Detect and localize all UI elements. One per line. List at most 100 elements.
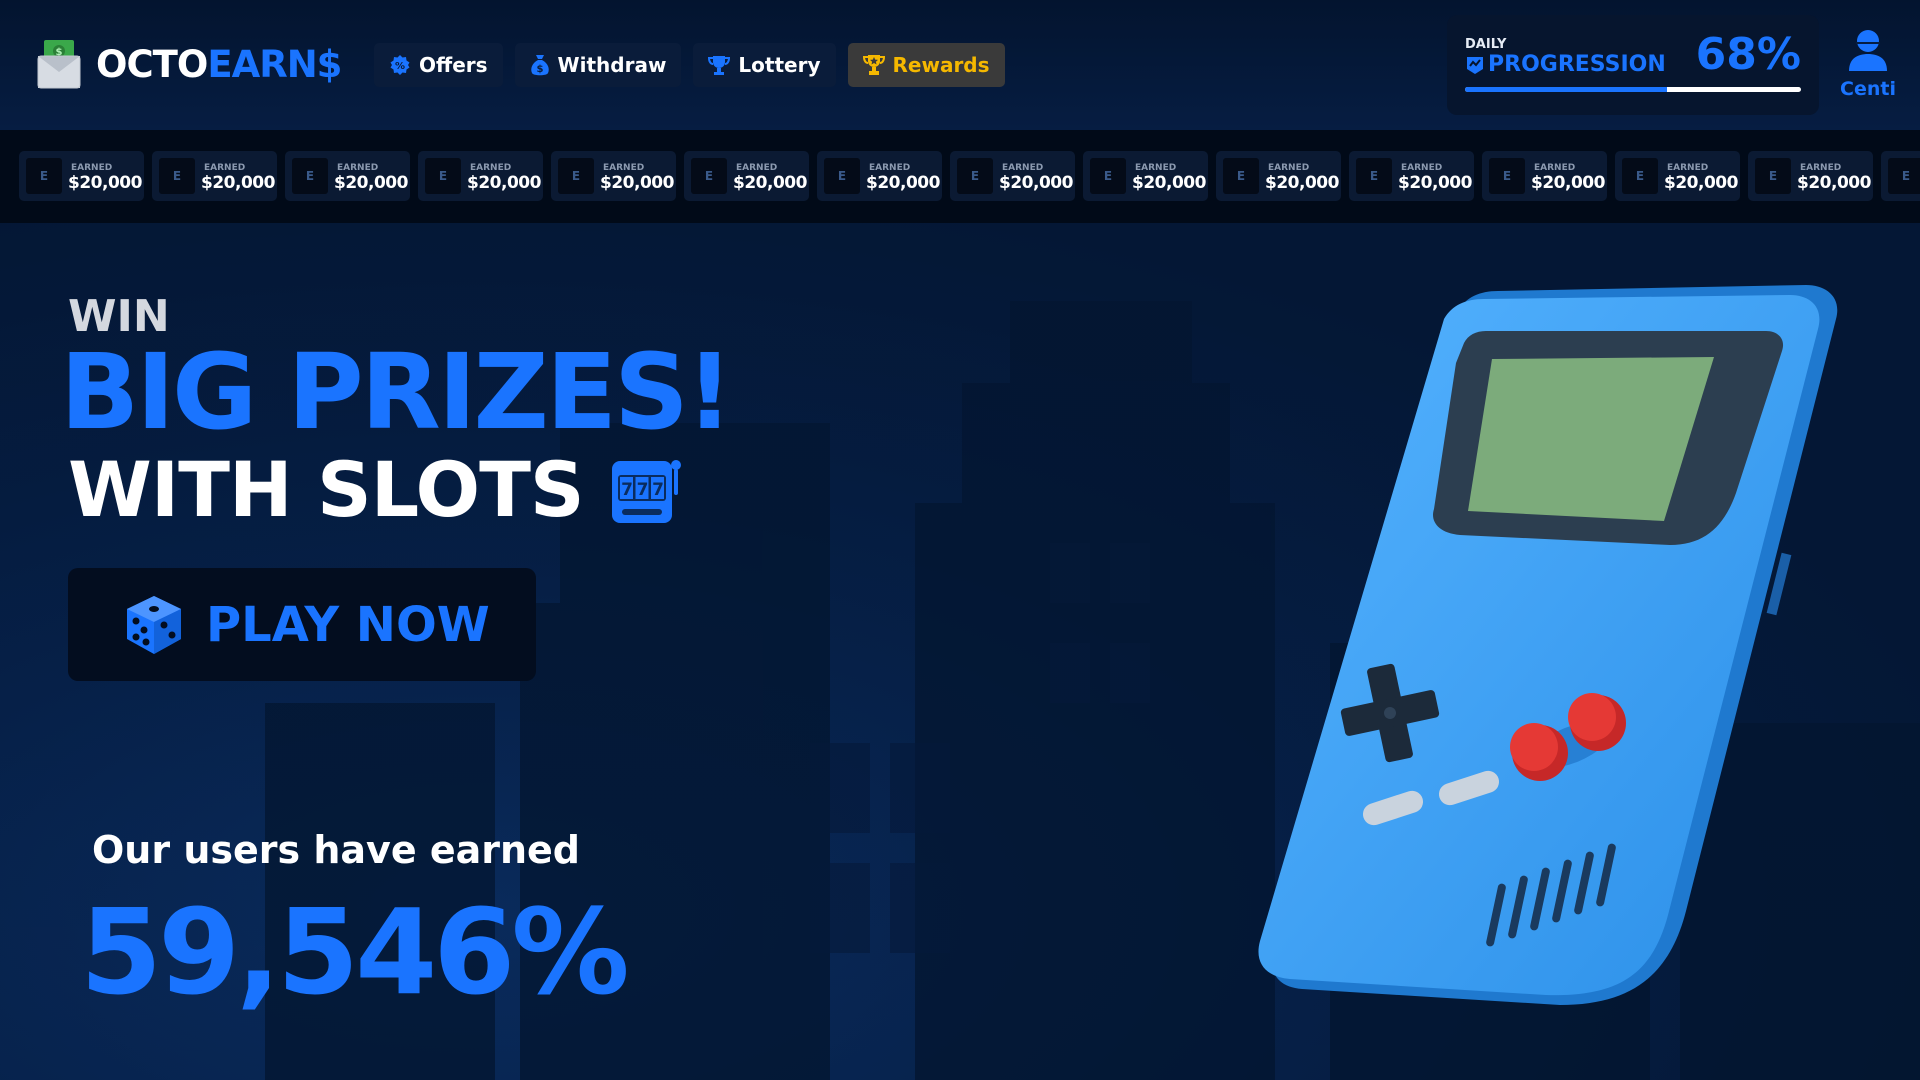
ticker-amount: $20,000	[1531, 173, 1605, 193]
ticker-earned-label: EARNED	[869, 163, 911, 173]
slot-machine-icon: 7 7 7	[611, 459, 681, 523]
nav-withdraw[interactable]: $ Withdraw	[514, 43, 682, 87]
ticker-amount: $20,000	[467, 173, 541, 193]
ticker-item: E EARNED$20,000	[551, 151, 676, 201]
main-nav: % Offers $ Withdraw Lottery Rewards	[374, 43, 1005, 87]
nav-withdraw-label: Withdraw	[557, 53, 667, 77]
ticker-item: E EARNED$20,000	[950, 151, 1075, 201]
svg-text:7: 7	[621, 480, 632, 500]
hero-subheadline: WITH SLOTS	[68, 445, 585, 534]
ticker-earned-label: EARNED	[71, 163, 113, 173]
wallet-money-icon: $	[34, 38, 84, 90]
ticker-item: E EARNED$20,000	[1083, 151, 1208, 201]
svg-text:$: $	[536, 64, 543, 75]
ticker-avatar-badge: E	[26, 158, 62, 194]
ticker-avatar-badge: E	[691, 158, 727, 194]
svg-text:7: 7	[652, 480, 663, 500]
progression-bar	[1465, 87, 1801, 92]
daily-label: DAILY	[1465, 37, 1507, 52]
daily-progression-card[interactable]: DAILY PROGRESSION 68%	[1447, 15, 1819, 115]
ticker-item: E EARNED$20,000	[1349, 151, 1474, 201]
ticker-amount: $20,000	[866, 173, 940, 193]
ticker-avatar-badge: E	[292, 158, 328, 194]
earnings-ticker: E EARNED $20,000 E EARNED $20,000 E EARNED $20,0…	[0, 130, 1920, 223]
ticker-item: E EARNED$20,000	[418, 151, 543, 201]
ticker-amount: $20,000	[733, 173, 807, 193]
ticker-amount: $20,000	[1398, 173, 1472, 193]
ticker-item: E EARNED$20,000	[684, 151, 809, 201]
ticker-earned-label: EARNED	[1268, 163, 1310, 173]
hero-headline: BIG PRIZES!	[60, 331, 733, 453]
ticker-amount: $20,000	[1664, 173, 1738, 193]
ticker-earned-label: EARNED	[470, 163, 512, 173]
progression-title: PROGRESSION	[1465, 52, 1666, 77]
ticker-avatar-badge: E	[1489, 158, 1525, 194]
progression-bar-fill	[1465, 87, 1667, 92]
ticker-earned-label: EARNED	[736, 163, 778, 173]
ticker-item: E EARNED$20,000	[1482, 151, 1607, 201]
progression-percent: 68%	[1695, 29, 1801, 80]
nav-offers-label: Offers	[419, 53, 488, 77]
hero-subheadline-row: WITH SLOTS 7 7 7	[68, 445, 684, 534]
svg-text:%: %	[395, 61, 405, 72]
ticker-item: EEARNED$20,000	[1881, 151, 1920, 201]
chart-badge-icon	[1467, 56, 1483, 74]
ticker-item: E EARNED$20,000	[1615, 151, 1740, 201]
ticker-earned-label: EARNED	[1534, 163, 1576, 173]
play-now-button[interactable]: PLAY NOW	[68, 568, 536, 681]
ticker-earned-label: EARNED	[1667, 163, 1709, 173]
ticker-item: E EARNED$20,000	[19, 151, 144, 201]
ticker-avatar-badge: E	[1090, 158, 1126, 194]
gold-trophy-icon	[862, 55, 885, 75]
user-name: Centi	[1840, 78, 1896, 100]
nav-offers[interactable]: % Offers	[374, 43, 503, 87]
ticker-avatar-badge: E	[824, 158, 860, 194]
nav-rewards-label: Rewards	[892, 53, 990, 77]
ticker-avatar-badge: E	[425, 158, 461, 194]
ticker-amount: $20,000	[334, 173, 408, 193]
user-avatar-icon	[1849, 30, 1887, 71]
brand-logo[interactable]: $ OCTOEARN$	[34, 38, 342, 90]
brand-name-blue: EARN$	[207, 42, 342, 86]
ticker-amount: $20,000	[600, 173, 674, 193]
progression-label: PROGRESSION	[1488, 52, 1666, 77]
ticker-amount: $20,000	[1132, 173, 1206, 193]
earned-label: Our users have earned	[92, 828, 581, 872]
nav-rewards[interactable]: Rewards	[847, 43, 1005, 87]
ticker-track: E EARNED $20,000 E EARNED $20,000 E EARNED $20,0…	[19, 151, 1920, 201]
ticker-item: E EARNED$20,000	[1216, 151, 1341, 201]
ticker-item: E EARNED$20,000	[817, 151, 942, 201]
ticker-earned-label: EARNED	[1401, 163, 1443, 173]
ticker-amount: $20,000	[999, 173, 1073, 193]
ticker-avatar-badge: E	[1356, 158, 1392, 194]
play-now-label: PLAY NOW	[206, 596, 490, 653]
money-bag-icon: $	[530, 55, 549, 76]
nav-lottery[interactable]: Lottery	[693, 43, 836, 87]
ticker-earned-label: EARNED	[1135, 163, 1177, 173]
ticker-item: EEARNED$20,000	[152, 151, 277, 201]
hero-banner: WIN BIG PRIZES! WITH SLOTS 7 7 7 PLAY NO…	[0, 223, 1920, 1080]
dice-icon	[127, 595, 181, 654]
ticker-earned-label: EARNED	[1002, 163, 1044, 173]
ticker-avatar-badge: E	[1888, 158, 1920, 194]
ticker-amount: $20,000	[68, 173, 142, 193]
ticker-earned-label: EARNED	[1800, 163, 1842, 173]
ticker-avatar-badge: E	[957, 158, 993, 194]
ticker-item: E EARNED$20,000	[285, 151, 410, 201]
ticker-earned-label: EARNED	[337, 163, 379, 173]
trophy-icon	[708, 56, 731, 75]
ticker-amount: $20,000	[1797, 173, 1871, 193]
ticker-earned-label: EARNED	[603, 163, 645, 173]
ticker-earned-label: EARNED	[204, 163, 246, 173]
brand-name: OCTOEARN$	[96, 42, 342, 86]
ticker-avatar-badge: E	[558, 158, 594, 194]
top-header: $ OCTOEARN$ % Offers $ Withdraw Lottery …	[0, 0, 1920, 130]
handheld-game-console	[1258, 285, 1838, 1005]
ticker-amount: $20,000	[1265, 173, 1339, 193]
user-menu[interactable]: Centi	[1838, 28, 1898, 100]
nav-lottery-label: Lottery	[738, 53, 821, 77]
brand-name-white: OCTO	[96, 42, 208, 86]
ticker-avatar-badge: E	[1223, 158, 1259, 194]
ticker-avatar-badge: E	[1622, 158, 1658, 194]
svg-text:7: 7	[636, 480, 647, 500]
